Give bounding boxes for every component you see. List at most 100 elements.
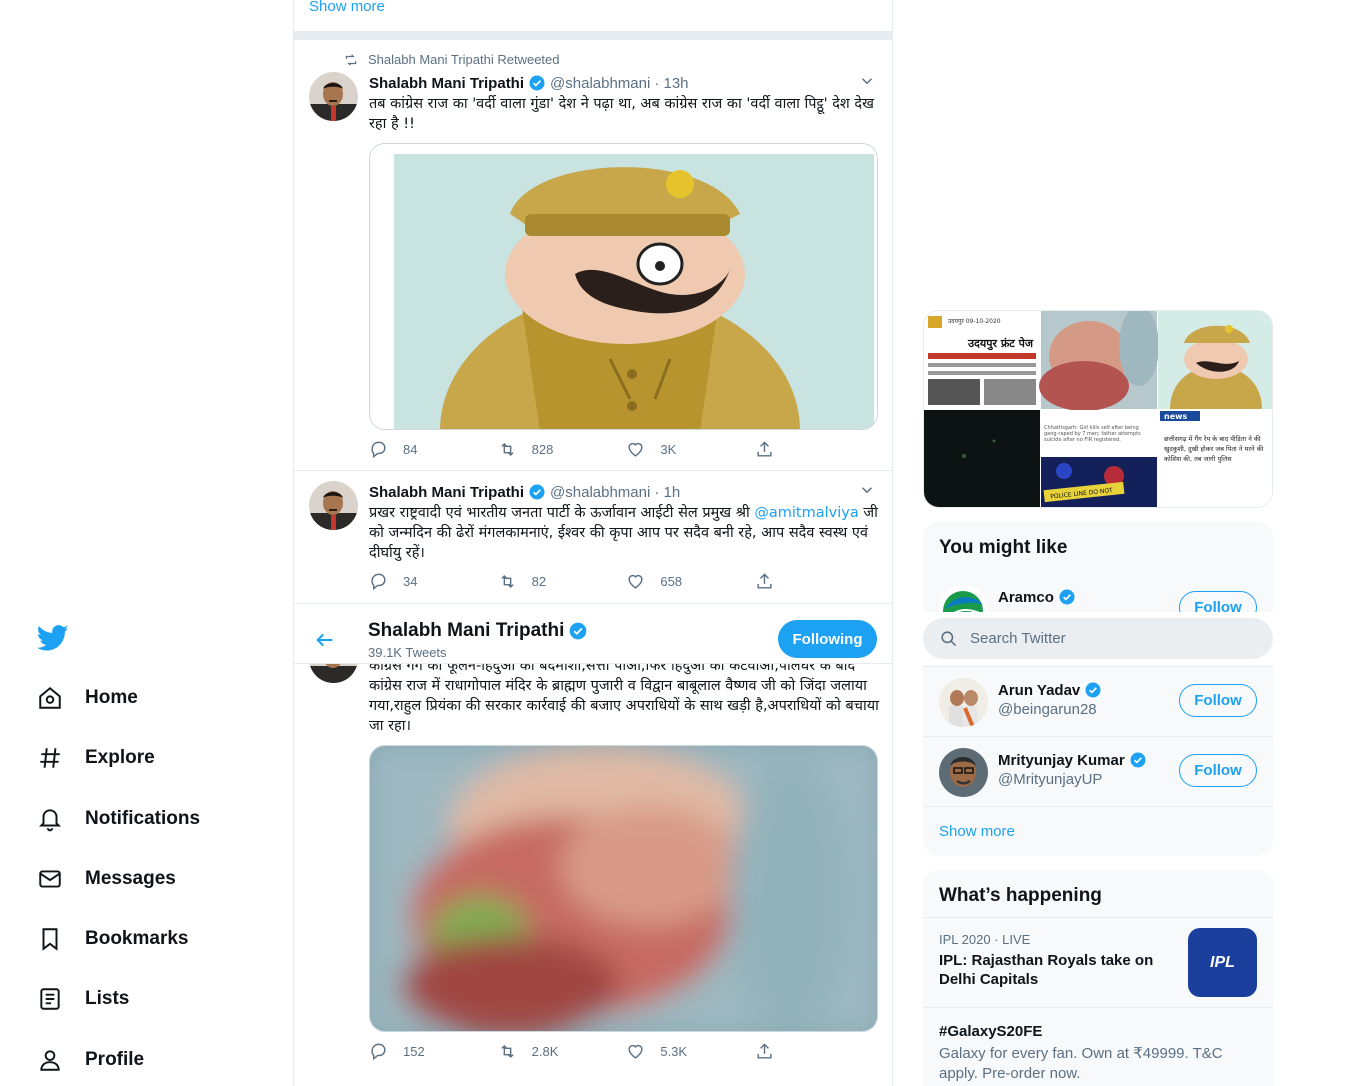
- heart-icon: [628, 1044, 643, 1059]
- user-suggestion[interactable]: Mrityunjay Kumar @MrityunjayUP Follow: [923, 736, 1273, 806]
- reply-button[interactable]: 152: [369, 1042, 498, 1061]
- trend-item[interactable]: IPL 2020 · LIVE IPL: Rajasthan Royals ta…: [923, 917, 1273, 1007]
- tweet-time[interactable]: · 13h: [654, 75, 688, 92]
- like-button[interactable]: 5.3K: [626, 1042, 755, 1061]
- retweet-count: 2.8K: [531, 1044, 559, 1059]
- nav-profile[interactable]: Profile: [36, 1040, 144, 1080]
- retweet-icon: [501, 442, 514, 457]
- tweet-actions: 34 82 658: [369, 572, 789, 591]
- avatar[interactable]: [939, 678, 988, 727]
- nav-explore-label: Explore: [85, 747, 155, 768]
- show-more-row[interactable]: Show more: [923, 806, 1273, 856]
- retweet-icon: [345, 53, 357, 66]
- verified-badge-icon: [1085, 682, 1101, 698]
- user-suggestion[interactable]: Arun Yadav @beingarun28 Follow: [923, 666, 1273, 736]
- tweet-header: Shalabh Mani Tripathi @shalabhmani · 1h: [369, 483, 680, 501]
- reply-button[interactable]: 34: [369, 572, 498, 591]
- profile-name: Shalabh Mani Tripathi: [368, 620, 588, 642]
- avatar[interactable]: [309, 72, 358, 121]
- tweet[interactable]: Shalabh Mani Tripathi @shalabhmani · 1h …: [294, 471, 892, 604]
- retweet-label: Shalabh Mani Tripathi Retweeted: [368, 52, 560, 67]
- avatar[interactable]: [939, 748, 988, 797]
- retweet-button[interactable]: 82: [498, 572, 627, 591]
- blurred-image: [370, 746, 877, 1031]
- author-name[interactable]: Shalabh Mani Tripathi: [369, 484, 524, 501]
- profile-header: Shalabh Mani Tripathi 39.1K Tweets Follo…: [294, 604, 892, 664]
- mention-link[interactable]: @amitmalviya: [754, 505, 858, 521]
- profile-name-text: Shalabh Mani Tripathi: [368, 620, 565, 641]
- show-more-link[interactable]: Show more: [309, 0, 385, 15]
- search-icon: [941, 631, 957, 647]
- follow-button[interactable]: Follow: [1179, 754, 1257, 787]
- envelope-icon: [36, 865, 64, 893]
- back-arrow-icon[interactable]: [314, 629, 336, 651]
- reply-count: 84: [403, 442, 418, 457]
- like-button[interactable]: 658: [626, 572, 755, 591]
- show-more-link[interactable]: Show more: [939, 823, 1015, 840]
- tweet-text: तब कांग्रेस राज का 'वर्दी वाला गुंडा' दे…: [369, 96, 874, 132]
- trend-meta: IPL 2020 · LIVE: [939, 932, 1031, 947]
- reply-icon: [371, 1043, 386, 1061]
- like-count: 5.3K: [660, 1044, 688, 1059]
- search-placeholder: Search Twitter: [970, 630, 1066, 647]
- tweet-header: Shalabh Mani Tripathi @shalabhmani · 13h: [369, 74, 689, 92]
- share-button[interactable]: [755, 1042, 789, 1061]
- retweet-count: 82: [531, 574, 547, 589]
- reply-button[interactable]: 84: [369, 440, 498, 459]
- photo-grid[interactable]: उदयपुर 09-10-2020 उदयपुर फ्रंट पेज Chhat…: [923, 310, 1273, 508]
- user-name: Mrityunjay Kumar: [998, 751, 1147, 769]
- ipl-logo-image: IPL: [1188, 928, 1257, 997]
- tweet-count: 39.1K Tweets: [368, 645, 447, 660]
- nav-lists[interactable]: Lists: [36, 979, 129, 1019]
- tweet-actions: 84 828 3K: [369, 440, 789, 459]
- chevron-down-icon[interactable]: [858, 72, 876, 90]
- cartoon-policeman-image: [370, 144, 877, 429]
- user-handle: @MrityunjayUP: [998, 771, 1103, 788]
- user-name-text: Arun Yadav: [998, 681, 1081, 699]
- share-icon: [757, 441, 772, 457]
- nav-explore[interactable]: Explore: [36, 738, 155, 778]
- trend-title: IPL: Rajasthan Royals take on Delhi Capi…: [939, 952, 1154, 988]
- like-count: 3K: [660, 442, 677, 457]
- nav-notifications[interactable]: Notifications: [36, 799, 200, 839]
- hashtag-icon: [36, 744, 64, 772]
- follow-button[interactable]: Follow: [1179, 684, 1257, 717]
- tweet[interactable]: कांग्रेस गैंग की फूलन-हिंदुओं की बदमाशी,…: [294, 604, 892, 1086]
- home-icon: [36, 684, 64, 712]
- who-to-follow-card: You might like Aramco Follow Arun Yadav …: [923, 522, 1273, 856]
- retweet-button[interactable]: 2.8K: [498, 1042, 627, 1061]
- retweet-indicator: Shalabh Mani Tripathi Retweeted: [344, 52, 560, 67]
- share-icon: [757, 1043, 772, 1059]
- author-handle[interactable]: @shalabhmani: [550, 484, 650, 501]
- author-name[interactable]: Shalabh Mani Tripathi: [369, 75, 524, 92]
- heart-icon: [628, 442, 643, 457]
- share-button[interactable]: [755, 440, 789, 459]
- trend-item[interactable]: #GalaxyS20FE Galaxy for every fan. Own a…: [923, 1007, 1273, 1086]
- tweet-time[interactable]: · 1h: [654, 484, 680, 501]
- reply-icon: [371, 441, 386, 459]
- chevron-down-icon[interactable]: [858, 481, 876, 499]
- retweet-button[interactable]: 828: [498, 440, 627, 459]
- share-icon: [757, 573, 772, 589]
- avatar[interactable]: [309, 481, 358, 530]
- verified-badge-icon: [1130, 752, 1146, 768]
- tweet-image[interactable]: [369, 143, 878, 430]
- like-button[interactable]: 3K: [626, 440, 755, 459]
- following-button[interactable]: Following: [778, 620, 877, 658]
- search-input[interactable]: Search Twitter: [923, 618, 1273, 659]
- share-button[interactable]: [755, 572, 789, 591]
- tweet[interactable]: Shalabh Mani Tripathi Retweeted Shalabh …: [294, 40, 892, 471]
- nav-profile-label: Profile: [85, 1049, 145, 1070]
- thumb6-text: छत्तीसगढ़ में गैंग रेप के बाद पीड़िता ने…: [1164, 435, 1264, 463]
- user-name: Arun Yadav: [998, 681, 1102, 699]
- nav-home[interactable]: Home: [36, 678, 138, 718]
- nav-bookmarks[interactable]: Bookmarks: [36, 919, 189, 959]
- nav-messages[interactable]: Messages: [36, 859, 176, 899]
- thumb1-header: उदयपुर 09-10-2020: [948, 318, 1001, 325]
- user-name-text: Aramco: [998, 588, 1054, 606]
- like-count: 658: [660, 574, 683, 589]
- author-handle[interactable]: @shalabhmani: [550, 75, 650, 92]
- reply-count: 34: [403, 574, 418, 589]
- twitter-logo-icon[interactable]: [37, 622, 69, 654]
- tweet-image[interactable]: [369, 745, 878, 1032]
